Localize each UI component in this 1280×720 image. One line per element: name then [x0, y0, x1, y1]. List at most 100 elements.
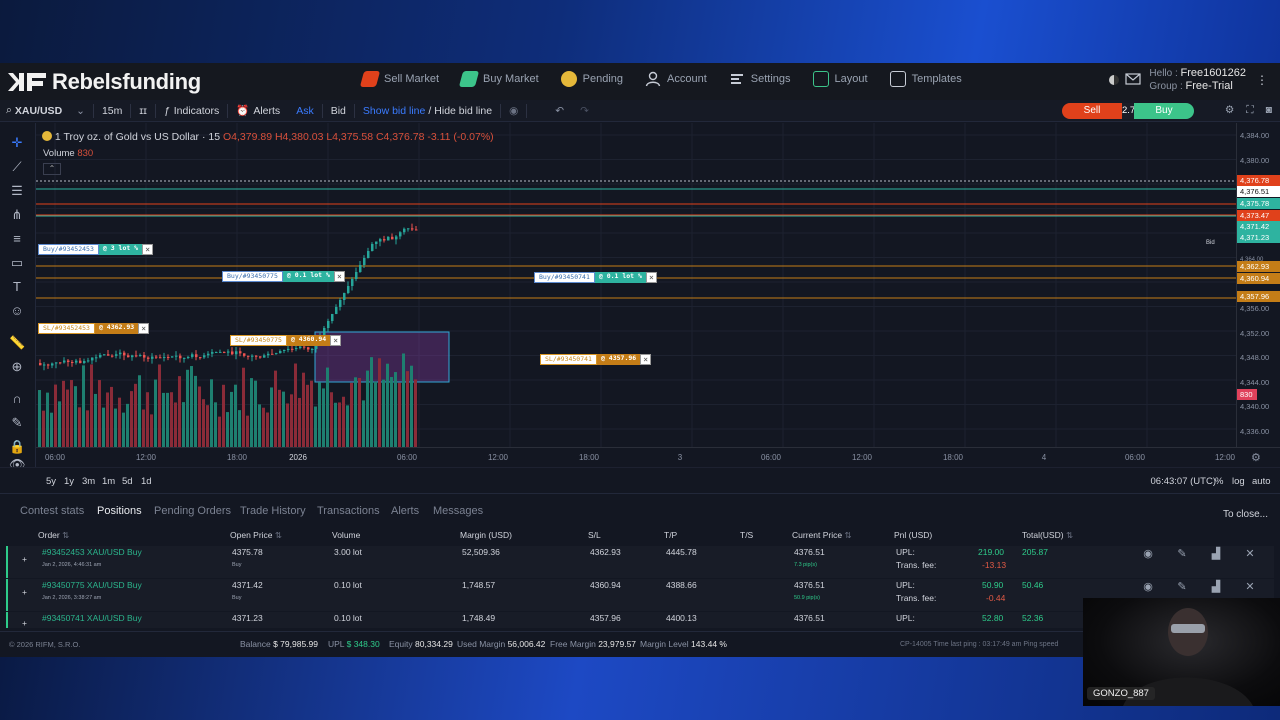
close-icon[interactable]: ✕	[1244, 581, 1256, 593]
chart-icon[interactable]: ▟	[1210, 581, 1222, 593]
table-row[interactable]: + #93452453 XAU/USD Buy Jan 2, 2026, 4:4…	[6, 546, 1274, 578]
chart-type-button[interactable]: ɪɪ	[131, 105, 154, 117]
tab-transactions[interactable]: Transactions	[317, 505, 380, 517]
user-info[interactable]: Hello : Free1601262 Group : Free-Trial	[1149, 67, 1246, 93]
order-id[interactable]: #93450775 XAU/USD Buy	[42, 580, 142, 590]
tab-positions[interactable]: Positions	[97, 505, 142, 517]
col-ts[interactable]: T/S	[740, 530, 753, 540]
hide-bid-line-button[interactable]: Hide bid line	[434, 105, 492, 117]
range-1d[interactable]: 1d	[141, 476, 152, 487]
close-all-button[interactable]: To close...	[1223, 509, 1268, 520]
col-volume[interactable]: Volume	[332, 530, 360, 540]
settings-icon[interactable]: ⚙	[1251, 451, 1261, 464]
range-1y[interactable]: 1y	[64, 476, 74, 487]
chart-icon[interactable]: ▟	[1210, 548, 1222, 560]
tab-pending-orders[interactable]: Pending Orders	[154, 505, 231, 517]
visibility-toggle[interactable]: ◉	[501, 105, 526, 117]
col-pnl[interactable]: Pnl (USD)	[894, 530, 932, 540]
price-chart[interactable]: 1 Troy oz. of Gold vs US Dollar · 15 O4,…	[36, 123, 1236, 499]
nav-layout[interactable]: Layout	[812, 71, 868, 87]
range-1m[interactable]: 1m	[102, 476, 115, 487]
magnet-icon[interactable]: ∩	[9, 391, 25, 407]
time-axis[interactable]: 06:00 12:00 18:00 2026 06:00 12:00 18:00…	[36, 447, 1280, 467]
range-5d[interactable]: 5d	[122, 476, 133, 487]
brand[interactable]: Rebelsfunding	[6, 69, 201, 95]
utc-clock[interactable]: 06:43:07 (UTC)	[1151, 476, 1216, 487]
range-3m[interactable]: 3m	[82, 476, 95, 487]
edit-icon[interactable]: ✎	[1176, 581, 1188, 593]
nav-sell-market[interactable]: Sell Market	[359, 71, 439, 87]
close-icon[interactable]: ×	[333, 271, 345, 282]
rectangle-icon[interactable]: ▭	[9, 255, 25, 271]
pencil-lock-icon[interactable]: ✎	[9, 415, 25, 431]
trend-line-icon[interactable]: ⟋	[9, 159, 25, 175]
horizontal-lines-icon[interactable]: ☰	[9, 183, 25, 199]
mail-icon[interactable]	[1125, 72, 1142, 89]
theme-toggle-icon[interactable]	[1109, 74, 1120, 85]
stop-loss-tag[interactable]: SL/#93450775 @ 4360.94 ×	[230, 335, 342, 346]
range-5y[interactable]: 5y	[46, 476, 56, 487]
buy-button[interactable]: Buy	[1134, 103, 1194, 119]
log-scale-button[interactable]: log	[1232, 476, 1245, 487]
close-icon[interactable]: ×	[330, 335, 342, 346]
order-tag[interactable]: Buy/#93450775 @ 0.1 lot % ×	[222, 271, 345, 282]
crosshair-icon[interactable]: ✛	[9, 135, 25, 151]
bid-button[interactable]: Bid	[323, 105, 354, 117]
show-bid-line-button[interactable]: Show bid line	[363, 105, 425, 117]
close-icon[interactable]: ×	[640, 354, 652, 365]
close-icon[interactable]: ×	[645, 272, 657, 283]
close-icon[interactable]: ✕	[1244, 548, 1256, 560]
percent-scale-button[interactable]: %	[1215, 476, 1223, 487]
tab-alerts[interactable]: Alerts	[391, 505, 419, 517]
close-icon[interactable]: ×	[142, 244, 154, 255]
order-tag[interactable]: Buy/#93450741 @ 0.1 lot % ×	[534, 272, 657, 283]
col-sl[interactable]: S/L	[588, 530, 601, 540]
expand-icon[interactable]: +	[22, 618, 27, 628]
eye-icon[interactable]: ◉	[1142, 548, 1154, 560]
tab-contest-stats[interactable]: Contest stats	[20, 505, 84, 517]
more-menu-icon[interactable]: ⋮	[1256, 73, 1268, 87]
auto-scale-button[interactable]: auto	[1252, 476, 1271, 487]
text-icon[interactable]: T	[9, 279, 25, 295]
close-icon[interactable]: ×	[138, 323, 150, 334]
emoji-icon[interactable]: ☺	[9, 303, 25, 319]
expand-icon[interactable]: +	[22, 587, 27, 597]
col-current-price[interactable]: Current Price ⇅	[792, 530, 852, 541]
symbol-search[interactable]: ⌕ XAU/USD ⌄	[0, 104, 93, 117]
price-scale[interactable]: 4,384.00 4,380.00 4,376.78 4,376.51 4,37…	[1236, 123, 1280, 467]
tab-trade-history[interactable]: Trade History	[240, 505, 306, 517]
tab-messages[interactable]: Messages	[433, 505, 483, 517]
interval-selector[interactable]: 15m	[94, 105, 130, 117]
ask-button[interactable]: Ask	[288, 105, 322, 117]
gear-icon[interactable]: ⚙	[1225, 104, 1234, 117]
nav-templates[interactable]: Templates	[889, 71, 962, 87]
undo-button[interactable]: ↶	[547, 105, 572, 117]
nav-pending[interactable]: Pending	[560, 71, 623, 87]
col-open-price[interactable]: Open Price ⇅	[230, 530, 282, 541]
stop-loss-tag[interactable]: SL/#93452453 @ 4362.93 ×	[38, 323, 150, 334]
eye-icon[interactable]: ◉	[1142, 581, 1154, 593]
sell-button[interactable]: Sell	[1062, 103, 1122, 119]
col-total[interactable]: Total(USD) ⇅	[1022, 530, 1073, 541]
col-margin[interactable]: Margin (USD)	[460, 530, 512, 540]
fibonacci-icon[interactable]: ≡	[9, 231, 25, 247]
nav-buy-market[interactable]: Buy Market	[458, 71, 539, 87]
col-order[interactable]: Order ⇅	[38, 530, 69, 541]
camera-icon[interactable]: ◙	[1266, 104, 1272, 117]
order-id[interactable]: #93452453 XAU/USD Buy	[42, 547, 142, 557]
lock-icon[interactable]: 🔒	[9, 439, 25, 455]
order-tag[interactable]: Buy/#93452453 @ 3 lot % ×	[38, 244, 154, 255]
ruler-icon[interactable]: 📏	[9, 335, 25, 351]
order-id[interactable]: #93450741 XAU/USD Buy	[42, 613, 142, 623]
indicators-button[interactable]: ƒ Indicators	[156, 105, 227, 117]
nav-account[interactable]: Account	[645, 71, 707, 87]
nav-settings[interactable]: Settings	[729, 71, 791, 87]
col-tp[interactable]: T/P	[664, 530, 677, 540]
alerts-button[interactable]: ⏰ Alerts	[228, 104, 288, 118]
zoom-in-icon[interactable]: ⊕	[9, 359, 25, 375]
fullscreen-icon[interactable]: ⛶	[1246, 104, 1253, 117]
edit-icon[interactable]: ✎	[1176, 548, 1188, 560]
stop-loss-tag[interactable]: SL/#93450741 @ 4357.96 ×	[540, 354, 652, 365]
pitchfork-icon[interactable]: ⋔	[9, 207, 25, 223]
redo-button[interactable]: ↷	[572, 105, 597, 117]
